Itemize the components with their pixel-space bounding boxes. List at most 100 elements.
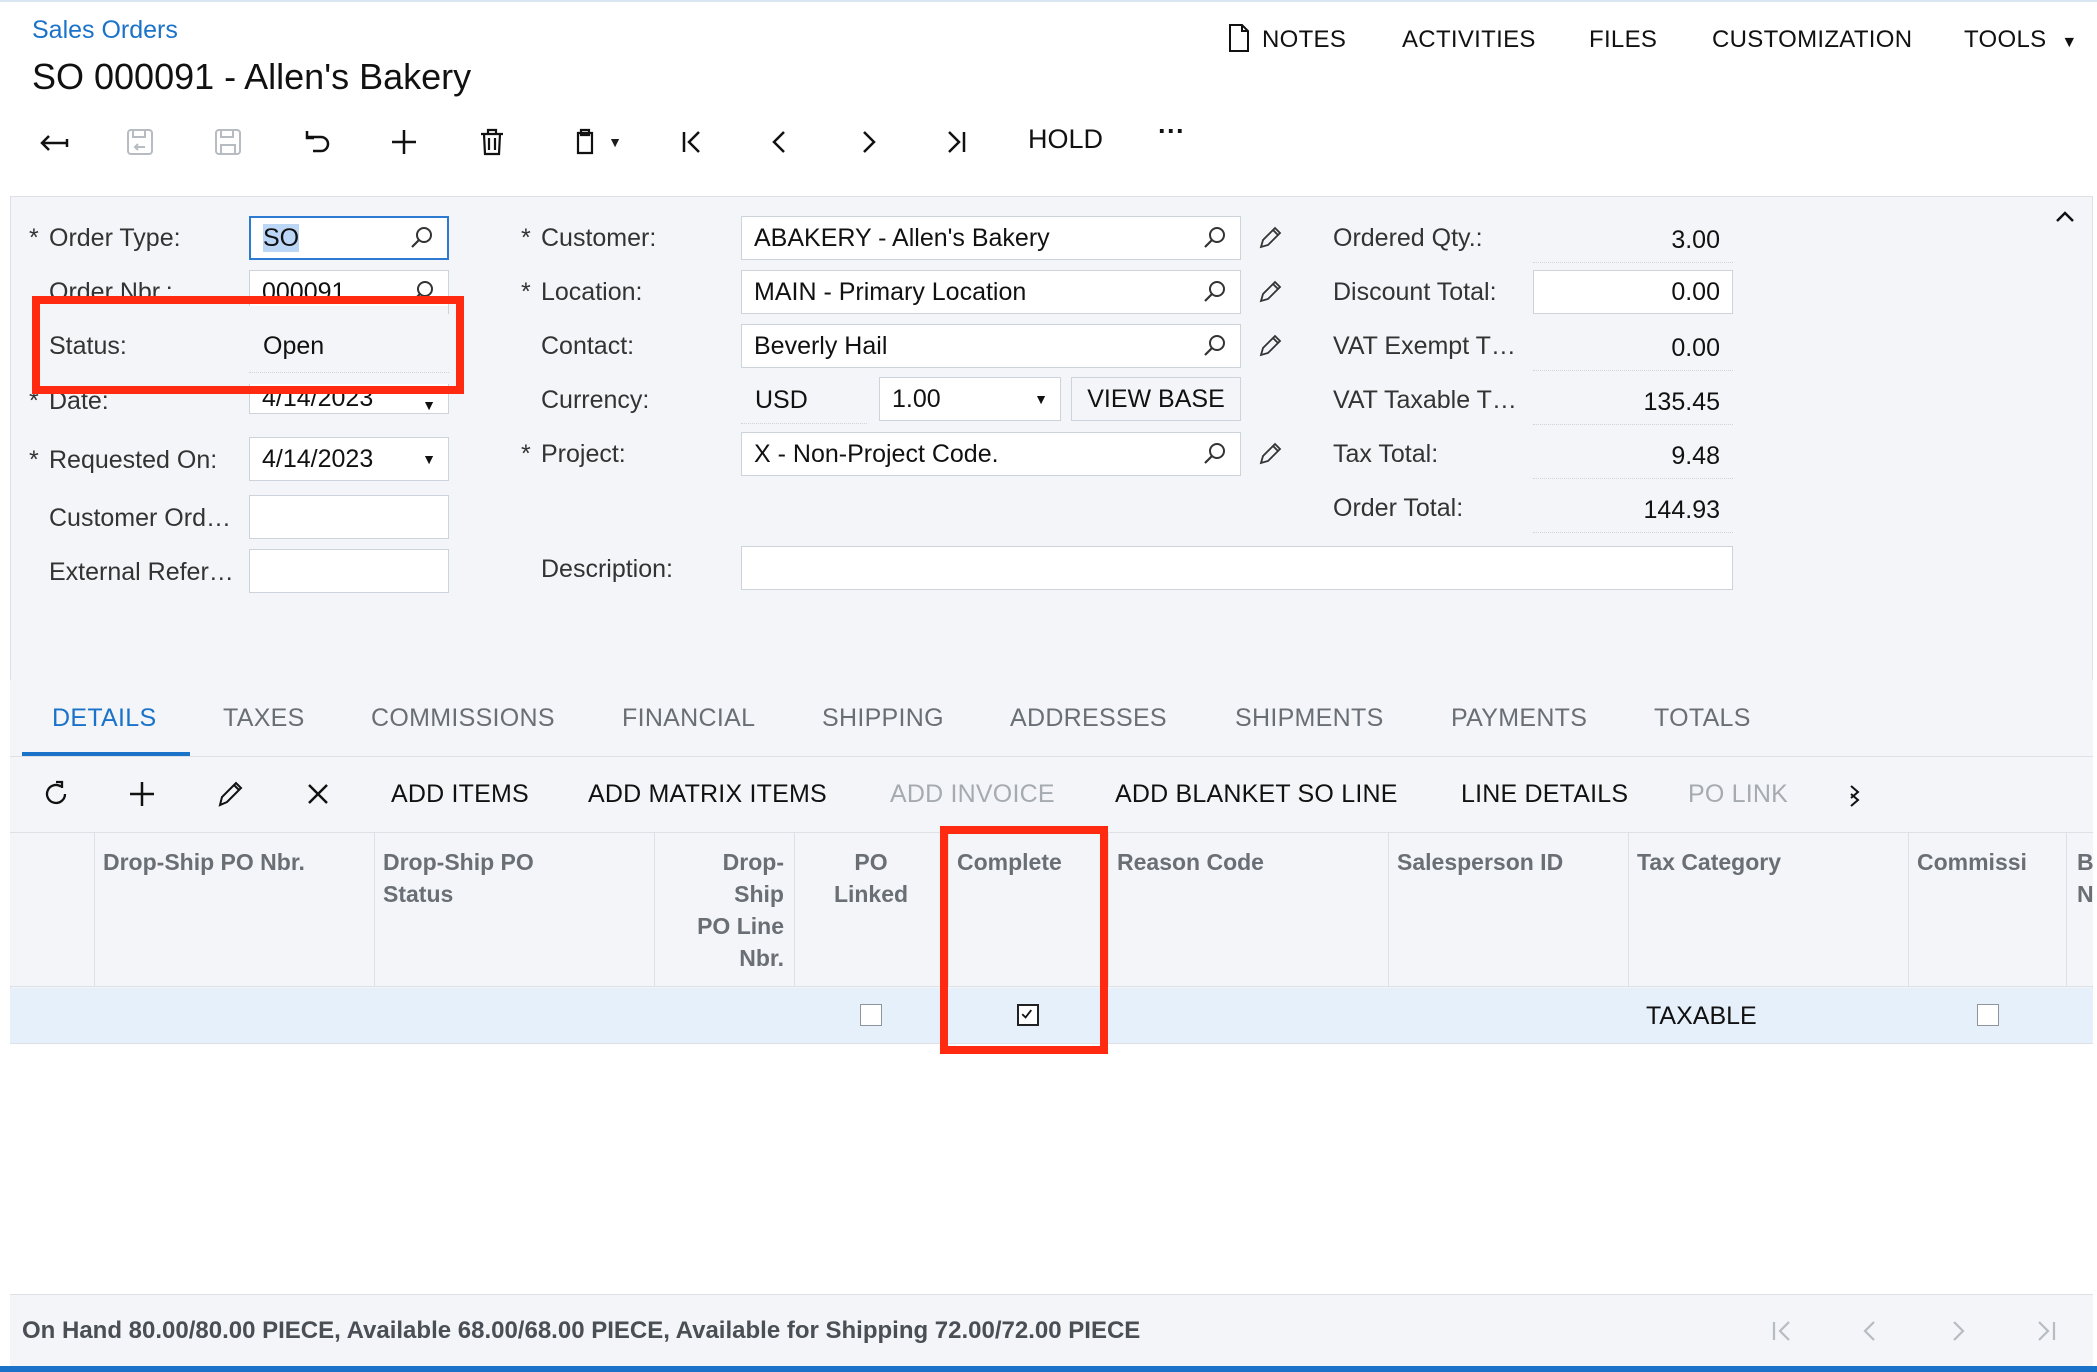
save-button[interactable] — [206, 120, 250, 164]
contact-value: Beverly Hail — [754, 331, 888, 360]
search-icon[interactable] — [409, 225, 435, 251]
customer-ord-field[interactable] — [249, 495, 449, 539]
commissionable-checkbox[interactable] — [1977, 1004, 1999, 1026]
col-reason-code[interactable]: Reason Code — [1117, 846, 1264, 878]
customer-value: ABAKERY - Allen's Bakery — [754, 223, 1050, 252]
undo-button[interactable] — [294, 120, 338, 164]
notes-icon — [1229, 24, 1249, 52]
tab-taxes[interactable]: TAXES — [223, 704, 305, 733]
discount-total-label: Discount Total: — [1333, 278, 1497, 306]
files-button[interactable]: FILES — [1589, 26, 1657, 54]
refresh-button[interactable] — [36, 774, 76, 814]
pencil-icon[interactable] — [1256, 440, 1284, 468]
search-icon[interactable] — [1202, 441, 1228, 467]
contact-field[interactable]: Beverly Hail — [741, 324, 1241, 368]
edit-row-button[interactable] — [210, 774, 250, 814]
delete-row-button[interactable] — [298, 774, 338, 814]
add-matrix-items-button[interactable]: ADD MATRIX ITEMS — [588, 780, 827, 809]
last-record-button[interactable] — [934, 120, 978, 164]
line-details-button[interactable]: LINE DETAILS — [1461, 780, 1628, 809]
column-separator — [654, 832, 655, 987]
col-extra[interactable]: B N — [2077, 846, 2094, 910]
save-close-icon — [127, 129, 153, 155]
vat-taxable-value: 135.45 — [1643, 388, 1720, 416]
customer-field[interactable]: ABAKERY - Allen's Bakery — [741, 216, 1241, 260]
col-po-linked-line1: PO — [854, 849, 888, 875]
col-po-linked[interactable]: PO Linked — [794, 846, 948, 910]
more-tools-button[interactable] — [1838, 774, 1878, 814]
requested-on-field[interactable]: 4/14/2023 ▼ — [249, 437, 449, 481]
rate-field[interactable]: 1.00 ▼ — [879, 377, 1061, 421]
caret-down-icon[interactable]: ▼ — [422, 451, 436, 467]
tab-payments[interactable]: PAYMENTS — [1451, 704, 1587, 733]
prev-page-icon[interactable] — [1853, 1314, 1887, 1348]
tab-financial[interactable]: FINANCIAL — [622, 704, 755, 733]
pencil-icon[interactable] — [1256, 224, 1284, 252]
add-row-button[interactable] — [122, 774, 162, 814]
first-record-button[interactable] — [670, 120, 714, 164]
tab-shipping[interactable]: SHIPPING — [822, 704, 944, 733]
more-button[interactable]: ··· — [1158, 116, 1185, 147]
pencil-icon[interactable] — [1256, 332, 1284, 360]
last-page-icon[interactable] — [2029, 1314, 2063, 1348]
col-dropship-po-line-nbr[interactable]: Drop- Ship PO Line Nbr. — [664, 846, 784, 974]
collapse-icon[interactable] — [2052, 204, 2078, 230]
location-label: Location: — [521, 278, 643, 307]
hold-button[interactable]: HOLD — [1028, 124, 1103, 155]
save-close-button[interactable] — [118, 120, 162, 164]
location-value: MAIN - Primary Location — [754, 277, 1027, 306]
next-page-icon[interactable] — [1941, 1314, 1975, 1348]
tab-shipments[interactable]: SHIPMENTS — [1235, 704, 1384, 733]
add-invoice-button[interactable]: ADD INVOICE — [890, 780, 1055, 809]
pencil-icon — [218, 781, 243, 807]
column-separator — [2066, 832, 2067, 987]
tab-details[interactable]: DETAILS — [52, 704, 156, 733]
tax-total-value: 9.48 — [1671, 442, 1720, 470]
breadcrumb[interactable]: Sales Orders — [32, 16, 178, 45]
discount-total-field[interactable]: 0.00 — [1533, 270, 1733, 314]
back-button[interactable] — [32, 120, 76, 164]
description-field[interactable] — [741, 546, 1733, 590]
view-base-button[interactable]: VIEW BASE — [1071, 377, 1241, 421]
tab-addresses[interactable]: ADDRESSES — [1010, 704, 1167, 733]
add-items-button[interactable]: ADD ITEMS — [391, 780, 529, 809]
col-dropship-po-nbr[interactable]: Drop-Ship PO Nbr. — [103, 846, 305, 878]
next-record-button[interactable] — [846, 120, 890, 164]
activities-button[interactable]: ACTIVITIES — [1402, 26, 1536, 54]
tax-category-cell[interactable]: TAXABLE — [1646, 1002, 1757, 1031]
project-field[interactable]: X - Non-Project Code. — [741, 432, 1241, 476]
col-tax-category[interactable]: Tax Category — [1637, 846, 1781, 878]
first-page-icon[interactable] — [1765, 1314, 1799, 1348]
tools-menu[interactable]: TOOLS ▼ — [1964, 26, 2078, 54]
order-type-field[interactable]: SO — [249, 216, 449, 260]
order-total-value: 144.93 — [1643, 496, 1720, 524]
customization-button[interactable]: CUSTOMIZATION — [1712, 26, 1912, 54]
col-dropship-po-status-line1: Drop-Ship PO — [383, 849, 534, 875]
tab-totals[interactable]: TOTALS — [1654, 704, 1751, 733]
add-icon — [392, 130, 416, 154]
tab-commissions[interactable]: COMMISSIONS — [371, 704, 555, 733]
add-blanket-so-line-button[interactable]: ADD BLANKET SO LINE — [1115, 780, 1398, 809]
add-icon — [130, 782, 154, 806]
add-button[interactable] — [382, 120, 426, 164]
prev-record-button[interactable] — [758, 120, 802, 164]
close-icon — [308, 784, 328, 804]
search-icon[interactable] — [1202, 225, 1228, 251]
search-icon[interactable] — [1202, 279, 1228, 305]
location-field[interactable]: MAIN - Primary Location — [741, 270, 1241, 314]
search-icon[interactable] — [1202, 333, 1228, 359]
po-linked-checkbox[interactable] — [860, 1004, 882, 1026]
copy-paste-menu[interactable]: ▼ — [558, 120, 632, 164]
col-dropship-po-status[interactable]: Drop-Ship PO Status — [383, 846, 534, 910]
project-label: Project: — [521, 440, 626, 469]
col-commissionable[interactable]: Commissi — [1917, 846, 2032, 878]
column-separator — [94, 832, 95, 987]
notes-button[interactable]: NOTES — [1229, 24, 1346, 54]
external-ref-field[interactable] — [249, 549, 449, 593]
caret-down-icon[interactable]: ▼ — [1034, 391, 1048, 407]
col-salesperson-id[interactable]: Salesperson ID — [1397, 846, 1563, 878]
caret-down-icon[interactable]: ▼ — [422, 397, 436, 413]
po-link-button[interactable]: PO LINK — [1688, 780, 1788, 809]
delete-button[interactable] — [470, 120, 514, 164]
pencil-icon[interactable] — [1256, 278, 1284, 306]
